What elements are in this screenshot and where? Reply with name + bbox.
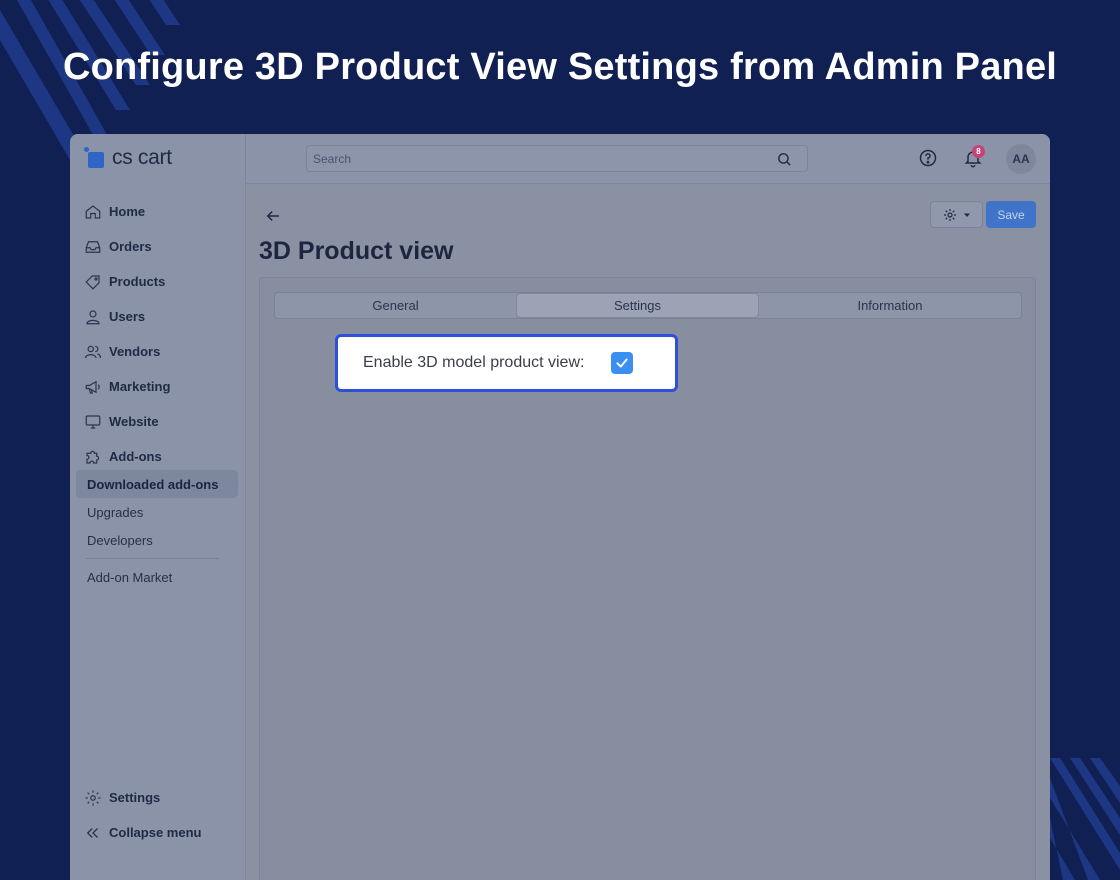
gear-icon — [85, 790, 101, 805]
puzzle-icon — [86, 450, 100, 464]
sidebar: cs cart Home Orders Products Users Vendo… — [70, 134, 246, 880]
sidebar-item-vendors[interactable]: Vendors — [70, 334, 246, 369]
back-arrow-icon[interactable] — [264, 207, 282, 225]
settings-dropdown-button[interactable] — [930, 201, 983, 228]
logo-text: cs cart — [112, 146, 172, 169]
search-input[interactable] — [313, 151, 753, 166]
notification-badge: 8 — [972, 145, 985, 158]
home-icon — [85, 204, 101, 219]
sidebar-item-home[interactable]: Home — [70, 194, 246, 229]
sidebar-item-label: Add-ons — [109, 449, 162, 464]
sidebar-item-label: Website — [109, 414, 159, 429]
sidebar-item-marketing[interactable]: Marketing — [70, 369, 246, 404]
tab-settings[interactable]: Settings — [516, 293, 759, 318]
tab-information[interactable]: Information — [759, 293, 1021, 318]
chevrons-left-icon — [86, 827, 98, 838]
monitor-icon — [85, 414, 101, 429]
sidebar-item-add-ons[interactable]: Add-ons — [70, 439, 246, 474]
save-button[interactable]: Save — [986, 201, 1036, 228]
sidebar-item-label: Orders — [109, 239, 152, 254]
megaphone-icon — [85, 380, 100, 394]
sidebar-item-settings[interactable]: Settings — [70, 780, 246, 815]
sidebar-item-label: Users — [109, 309, 146, 324]
sidebar-item-users[interactable]: Users — [70, 299, 246, 334]
sidebar-item-label: Settings — [109, 790, 161, 805]
inbox-icon — [85, 240, 101, 253]
cs-cart-logo-icon — [84, 147, 106, 169]
checkmark-icon — [616, 358, 628, 368]
sidebar-item-orders[interactable]: Orders — [70, 229, 246, 264]
avatar[interactable]: AA — [1006, 144, 1036, 174]
user-icon — [86, 309, 100, 324]
banner-title: Configure 3D Product View Settings from … — [62, 46, 1058, 88]
sidebar-item-label: Products — [109, 274, 166, 289]
sidebar-item-label: Collapse menu — [109, 825, 202, 840]
page-title: 3D Product view — [259, 237, 454, 265]
admin-panel-window: cs cart Home Orders Products Users Vendo… — [70, 134, 1050, 880]
sidebar-subitem-developers[interactable]: Developers — [76, 526, 238, 554]
decorative-stripes-bottom-right — [1050, 758, 1120, 880]
search-icon[interactable] — [776, 151, 793, 168]
help-icon[interactable] — [918, 148, 938, 168]
sidebar-item-label: Marketing — [109, 379, 171, 394]
sidebar-nav: Home Orders Products Users Vendors Marke… — [70, 194, 246, 474]
collapse-menu-button[interactable]: Collapse menu — [70, 815, 246, 850]
sidebar-item-label: Vendors — [109, 344, 161, 359]
sidebar-item-website[interactable]: Website — [70, 404, 246, 439]
main-content: Save 3D Product view General Settings In… — [246, 185, 1050, 880]
gear-icon — [943, 208, 956, 221]
search-box — [306, 145, 808, 172]
caret-down-icon — [963, 213, 970, 217]
enable-3d-view-setting: Enable 3D model product view: — [335, 334, 678, 392]
enable-3d-view-checkbox[interactable] — [611, 352, 633, 374]
tab-general[interactable]: General — [275, 293, 516, 318]
enable-3d-view-label: Enable 3D model product view: — [363, 354, 585, 371]
sidebar-subitem-add-on-market[interactable]: Add-on Market — [76, 563, 238, 591]
tag-icon — [85, 274, 100, 290]
sidebar-divider — [86, 558, 219, 559]
topbar: 8 AA — [246, 134, 1050, 184]
tab-bar: General Settings Information — [274, 292, 1022, 319]
logo[interactable]: cs cart — [84, 146, 172, 170]
users-icon — [84, 345, 102, 358]
sidebar-item-products[interactable]: Products — [70, 264, 246, 299]
sidebar-subitem-upgrades[interactable]: Upgrades — [76, 498, 238, 526]
sidebar-item-label: Home — [109, 204, 146, 219]
sidebar-subitem-downloaded-add-ons[interactable]: Downloaded add-ons — [76, 470, 238, 498]
